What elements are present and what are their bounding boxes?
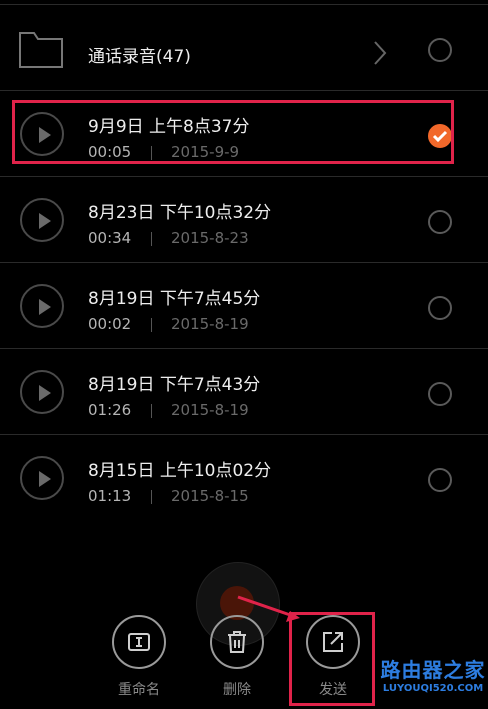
rename-label: 重命名 — [118, 682, 160, 698]
rename-icon — [128, 633, 150, 651]
send-highlight-box — [289, 612, 375, 706]
annotation-arrow — [237, 595, 300, 622]
delete-button[interactable] — [210, 615, 264, 669]
watermark-main: 路由器之家 — [380, 658, 486, 682]
trash-icon — [228, 631, 246, 653]
rename-action[interactable]: 重命名 — [99, 615, 179, 699]
rename-button[interactable] — [112, 615, 166, 669]
watermark-sub: LUYOUQI520.COM — [382, 683, 484, 694]
watermark: 路由器之家 LUYOUQI520.COM — [380, 658, 486, 696]
delete-action[interactable]: 删除 — [197, 615, 277, 699]
delete-label: 删除 — [223, 682, 251, 698]
